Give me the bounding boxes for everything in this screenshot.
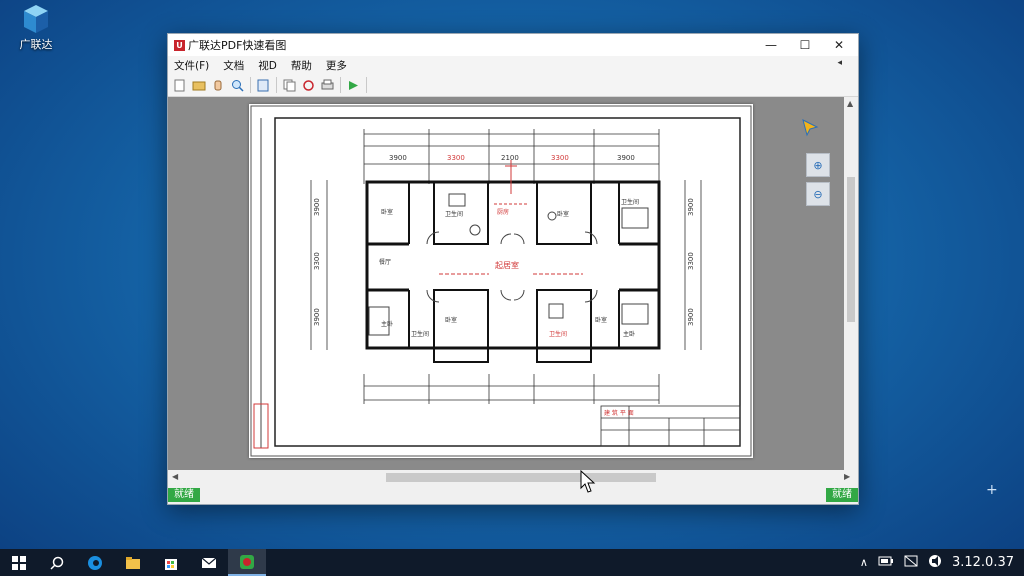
copy-icon[interactable] [282,78,296,92]
maximize-button[interactable]: ☐ [788,34,822,56]
open-folder-icon[interactable] [192,78,206,92]
room-label: 卧室 [557,210,569,218]
app-logo-icon: U [174,39,185,51]
window-title: 广联达PDF快速看图 [188,39,287,52]
rotate-icon[interactable] [301,78,315,92]
scroll-right-arrow-icon[interactable]: ▶ [844,472,850,481]
zoom-in-icon[interactable]: ⊕ [806,153,830,177]
minimize-button[interactable]: — [754,34,788,56]
room-label: 卧室 [445,316,457,324]
clock[interactable]: 3.12.0.37 [952,555,1014,570]
room-label: 餐厅 [379,258,391,266]
dim-left-3: 3900 [313,308,321,326]
room-label: 主卧 [623,330,635,338]
scroll-up-arrow-icon[interactable]: ▲ [847,99,853,108]
menu-file[interactable]: 文件(F) [174,58,209,73]
status-left: 就绪 [168,488,200,502]
toolbar-separator [340,77,341,93]
glodon-app-icon [240,554,254,569]
dim-top-4: 3300 [551,154,569,162]
dim-top-2: 3300 [447,154,465,162]
plus-icon: + [986,482,998,498]
desktop-icon-label: 广联达 [19,38,53,51]
scroll-left-arrow-icon[interactable]: ◀ [172,472,178,481]
dim-left-1: 3900 [313,198,321,216]
zoom-out-icon[interactable]: ⊖ [806,182,830,206]
floor-plan-drawing: 3900 3300 2100 3300 3900 3900 3300 3900 … [250,105,752,457]
store-button[interactable] [152,549,190,576]
file-explorer-button[interactable] [114,549,152,576]
status-right: 就绪 [826,488,858,502]
hand-pan-icon[interactable] [211,78,225,92]
taskbar: ∧ 3.12.0.37 [0,549,1024,576]
new-file-icon[interactable] [173,78,187,92]
zoom-icon[interactable] [230,78,244,92]
search-icon [50,556,64,570]
print-icon[interactable] [320,78,334,92]
app-window: U 广联达PDF快速看图 — ☐ ✕ 文件(F) 文档 视D 帮助 更多 ◂ 3… [167,33,859,505]
room-label: 卧室 [381,208,393,216]
pointer-tool-icon[interactable] [800,117,820,137]
mail-icon [201,557,217,568]
horizontal-scrollbar[interactable]: ◀ ▶ [168,470,858,484]
dim-top-1: 3900 [389,154,407,162]
room-label: 卧室 [595,316,607,324]
toolbar [168,74,858,97]
close-button[interactable]: ✕ [822,34,856,56]
status-bar: 就绪 就绪 [168,486,858,504]
desktop-app-shortcut[interactable]: 广联达 [12,4,60,52]
menu-bar: 文件(F) 文档 视D 帮助 更多 ◂ [168,56,858,74]
measure-icon[interactable] [256,78,270,92]
dim-right-2: 3300 [687,252,695,270]
toolbar-separator [366,77,367,93]
room-label: 卫生间 [621,198,639,206]
dim-right-3: 3900 [687,308,695,326]
edge-browser-button[interactable] [76,549,114,576]
menu-document[interactable]: 文档 [223,58,244,73]
room-label-living: 起居室 [495,260,519,270]
room-label: 卫生间 [445,210,463,218]
folder-icon [126,556,140,569]
volume-icon[interactable] [928,554,942,571]
dim-top-5: 3900 [617,154,635,162]
document-viewport[interactable]: 3900 3300 2100 3300 3900 3900 3300 3900 … [168,97,844,470]
pdf-viewer-taskbar-button[interactable] [228,549,266,576]
system-tray: ∧ 3.12.0.37 [860,549,1024,576]
horizontal-scroll-thumb[interactable] [386,473,656,482]
pdf-page: 3900 3300 2100 3300 3900 3900 3300 3900 … [249,104,753,458]
menu-help[interactable]: 帮助 [291,58,312,73]
start-button[interactable] [0,549,38,576]
toolbar-separator [276,77,277,93]
room-label: 卫生间 [549,330,567,338]
toolbar-separator [250,77,251,93]
room-label: 主卧 [381,320,393,328]
menu-view[interactable]: 视D [258,58,277,73]
cube-app-icon [23,4,49,34]
tray-expand-icon[interactable]: ∧ [860,556,868,569]
store-bag-icon [165,558,177,570]
dim-left-2: 3300 [313,252,321,270]
network-icon[interactable] [904,555,918,570]
search-button[interactable] [38,549,76,576]
battery-icon[interactable] [878,556,894,569]
dim-right-1: 3900 [687,198,695,216]
menu-overflow-icon[interactable]: ◂ [837,58,842,68]
vertical-scroll-thumb[interactable] [847,177,855,322]
room-label: 卫生间 [411,330,429,338]
room-label: 厨房 [497,208,509,216]
edge-browser-icon [88,555,102,570]
menu-more[interactable]: 更多 [326,58,347,73]
title-block-heading: 建 筑 平 面 [604,409,634,417]
next-page-icon[interactable] [346,78,360,92]
title-bar[interactable]: U 广联达PDF快速看图 — ☐ ✕ [168,34,858,56]
vertical-scrollbar[interactable]: ▲ [844,97,858,470]
mouse-cursor-icon [580,469,596,494]
mail-button[interactable] [190,549,228,576]
windows-logo-icon [12,555,26,570]
dim-top-3: 2100 [501,154,519,162]
